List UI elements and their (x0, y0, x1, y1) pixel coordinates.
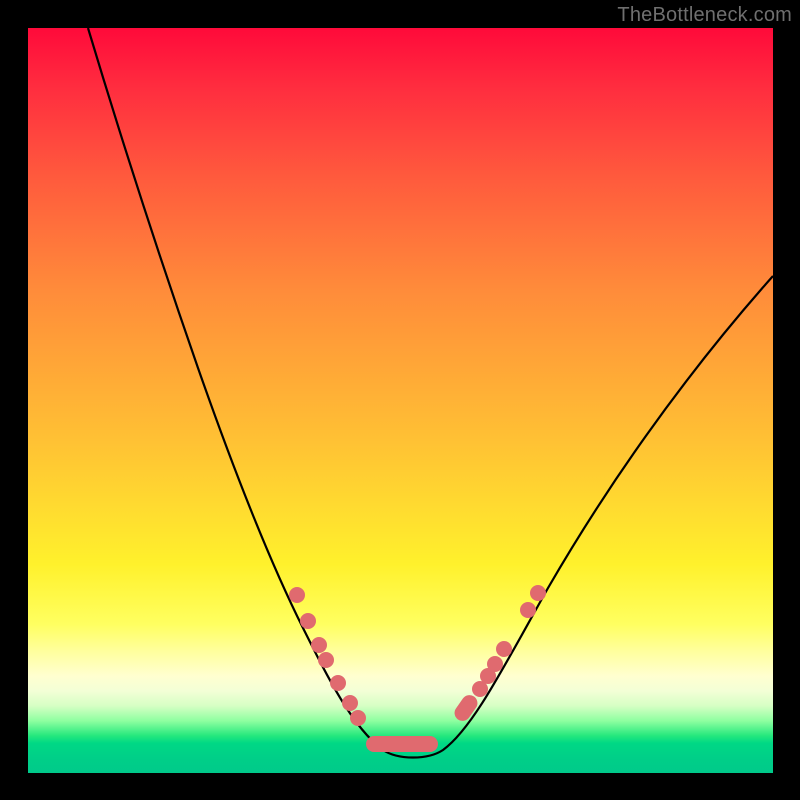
marker-dot (487, 656, 503, 672)
marker-dot (300, 613, 316, 629)
marker-dot (496, 641, 512, 657)
watermark-text: TheBottleneck.com (617, 4, 792, 27)
marker-pill (366, 736, 438, 752)
marker-dot (520, 602, 536, 618)
marker-dot (289, 587, 305, 603)
chart-svg (28, 28, 773, 773)
marker-pill (451, 692, 480, 724)
marker-dot (530, 585, 546, 601)
bottleneck-curve (88, 28, 773, 758)
plot-area (28, 28, 773, 773)
marker-dot (330, 675, 346, 691)
marker-dot (350, 710, 366, 726)
marker-dot (311, 637, 327, 653)
marker-dot (318, 652, 334, 668)
marker-dot (342, 695, 358, 711)
